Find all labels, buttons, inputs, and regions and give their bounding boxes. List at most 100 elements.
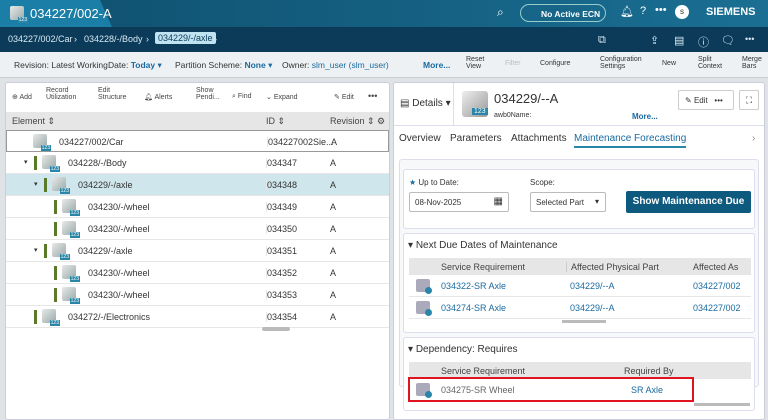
more-icon[interactable]: ••• bbox=[368, 91, 377, 101]
expand-button[interactable]: ⌄ Expand bbox=[266, 93, 298, 101]
filter-button[interactable]: Filter bbox=[505, 60, 521, 67]
breadcrumb-item[interactable]: 034227/002/Car bbox=[8, 34, 73, 44]
show-pending-button[interactable]: Show Pendi... bbox=[196, 87, 224, 101]
more-icon[interactable]: ••• bbox=[745, 34, 754, 44]
scope-dropdown[interactable]: Selected Part ▾ bbox=[530, 192, 606, 212]
search-icon[interactable]: ⌕ bbox=[497, 5, 504, 20]
tab-attachments[interactable]: Attachments bbox=[511, 133, 567, 144]
chat-icon[interactable]: 🗨︎ bbox=[721, 34, 735, 47]
element-cell[interactable]: 034227/002/Car bbox=[59, 137, 124, 147]
horizontal-scrollbar[interactable] bbox=[262, 327, 290, 331]
more-link[interactable]: More... bbox=[423, 60, 450, 70]
details-label: Details bbox=[412, 98, 443, 109]
merge-bars-button[interactable]: Merge Bars bbox=[742, 56, 766, 70]
expand-toggle-icon[interactable]: ▾ bbox=[24, 158, 28, 166]
bell-icon[interactable]: 🔔︎ bbox=[620, 5, 634, 18]
split-context-button[interactable]: Split Context bbox=[698, 56, 724, 70]
table-row[interactable]: ▾ 034228/-/Body 034347 A bbox=[6, 152, 389, 174]
date-dropdown[interactable]: Today bbox=[131, 60, 155, 70]
element-cell[interactable]: 034229/-/axle bbox=[78, 246, 133, 256]
breadcrumb: 034227/002/Car › 034228/-/Body › 034229/… bbox=[0, 27, 768, 52]
configuration-settings-button[interactable]: Configuration Settings bbox=[600, 56, 645, 70]
panel-icon[interactable]: ▤ bbox=[674, 34, 684, 47]
avatar[interactable]: s bbox=[675, 5, 689, 19]
breadcrumb-item[interactable]: 034228/-/Body bbox=[84, 34, 143, 44]
affected-asset-link[interactable]: 034227/002 bbox=[693, 303, 741, 313]
revision-value[interactable]: Latest Working bbox=[51, 60, 108, 70]
table-row[interactable]: 034322-SR Axle 034229/--A 034227/002 bbox=[409, 275, 751, 297]
horizontal-scrollbar[interactable] bbox=[694, 403, 750, 406]
next-due-title[interactable]: ▾ Next Due Dates of Maintenance bbox=[408, 240, 558, 251]
edit-button[interactable]: ✎ Edit bbox=[334, 93, 354, 101]
element-cell[interactable]: 034230/-/wheel bbox=[88, 202, 150, 212]
reset-view-button[interactable]: Reset View bbox=[466, 56, 500, 70]
table-row[interactable]: 034230/-/wheel 034353 A bbox=[6, 284, 389, 306]
configure-button[interactable]: Configure bbox=[540, 60, 570, 67]
tab-parameters[interactable]: Parameters bbox=[450, 133, 502, 144]
table-row[interactable]: 034227/002/Car 034227002Sie...A bbox=[6, 130, 389, 152]
service-requirement-link[interactable]: 034322-SR Axle bbox=[441, 281, 506, 291]
table-row[interactable]: ▾ 034229/-/axle 034348 A bbox=[6, 174, 389, 196]
part-icon bbox=[62, 199, 80, 216]
partition-dropdown[interactable]: None bbox=[244, 60, 265, 70]
table-row[interactable]: 034272/-/Electronics 034354 A bbox=[6, 306, 389, 328]
new-button[interactable]: New bbox=[662, 60, 676, 67]
alerts-button[interactable]: 🔔︎ Alerts bbox=[144, 93, 172, 101]
more-icon[interactable]: ••• bbox=[655, 4, 667, 16]
element-cell[interactable]: 034230/-/wheel bbox=[88, 290, 150, 300]
tab-maintenance-forecasting[interactable]: Maintenance Forecasting bbox=[574, 133, 687, 148]
share-icon[interactable]: ⇪ bbox=[650, 34, 659, 47]
element-cell[interactable]: 034228/-/Body bbox=[68, 158, 127, 168]
calendar-icon[interactable]: ▦ bbox=[494, 196, 503, 207]
table-row[interactable]: 034230/-/wheel 034352 A bbox=[6, 262, 389, 284]
structure-toolbar: ⊕ Add Record Utilization Edit Structure … bbox=[6, 83, 389, 111]
affected-asset-link[interactable]: 034227/002 bbox=[693, 281, 741, 291]
column-header-id[interactable]: ID ⇕ bbox=[266, 116, 285, 127]
element-cell[interactable]: 034272/-/Electronics bbox=[68, 312, 150, 322]
element-cell[interactable]: 034230/-/wheel bbox=[88, 224, 150, 234]
date-input[interactable]: 08-Nov-2025 ▦ bbox=[409, 192, 509, 212]
breadcrumb-item-current[interactable]: 034229/-/axle bbox=[155, 32, 216, 44]
ecn-button[interactable]: No Active ECN bbox=[520, 4, 606, 22]
physical-part-link[interactable]: 034229/--A bbox=[570, 281, 615, 291]
id-cell: 034350 bbox=[266, 224, 298, 234]
expand-toggle-icon[interactable]: ▾ bbox=[34, 180, 38, 188]
record-utilization-button[interactable]: Record Utilization bbox=[46, 87, 92, 101]
column-header[interactable]: Required By bbox=[624, 366, 674, 376]
tab-overview[interactable]: Overview bbox=[399, 133, 441, 144]
owner-link[interactable]: slm_user (slm_user) bbox=[312, 60, 389, 70]
element-cell[interactable]: 034229/-/axle bbox=[78, 180, 133, 190]
horizontal-scrollbar[interactable] bbox=[562, 320, 606, 323]
element-cell[interactable]: 034230/-/wheel bbox=[88, 268, 150, 278]
table-row[interactable]: 034230/-/wheel 034350 A bbox=[6, 218, 389, 240]
service-requirement-link[interactable]: 034274-SR Axle bbox=[441, 303, 506, 313]
more-link[interactable]: More... bbox=[632, 112, 658, 121]
status-bar bbox=[54, 288, 57, 302]
edit-button[interactable]: ✎ Edit ••• bbox=[678, 90, 734, 110]
edit-structure-button[interactable]: Edit Structure bbox=[98, 87, 132, 101]
column-header-element[interactable]: Element ⇕ bbox=[12, 116, 55, 127]
scope-value: Selected Part bbox=[536, 198, 585, 207]
column-header-revision[interactable]: Revision ⇕ ⚙ bbox=[330, 116, 385, 127]
column-header[interactable]: Service Requirement bbox=[441, 262, 525, 272]
table-row[interactable]: 034230/-/wheel 034349 A bbox=[6, 196, 389, 218]
find-button[interactable]: ⌕ Find bbox=[232, 93, 252, 101]
show-maintenance-due-button[interactable]: Show Maintenance Due bbox=[626, 191, 751, 213]
dependency-title[interactable]: ▾ Dependency: Requires bbox=[408, 344, 518, 355]
expand-toggle-icon[interactable]: ▾ bbox=[34, 246, 38, 254]
fullscreen-icon[interactable]: ⛶ bbox=[739, 90, 759, 110]
copy-icon[interactable]: ⧉ bbox=[598, 34, 606, 47]
chevron-right-icon[interactable]: › bbox=[752, 133, 755, 144]
column-header[interactable]: Affected Physical Part bbox=[566, 262, 659, 272]
column-header[interactable]: Service Requirement bbox=[441, 366, 525, 376]
add-button[interactable]: ⊕ Add bbox=[12, 93, 32, 101]
physical-part-link[interactable]: 034229/--A bbox=[570, 303, 615, 313]
table-row[interactable]: 034274-SR Axle 034229/--A 034227/002 bbox=[409, 297, 751, 319]
table-row[interactable]: ▾ 034229/-/axle 034351 A bbox=[6, 240, 389, 262]
column-header[interactable]: Affected As bbox=[693, 262, 738, 272]
info-icon[interactable]: ⓘ bbox=[698, 34, 709, 50]
revision-cell: A bbox=[330, 290, 337, 300]
help-icon[interactable]: ? bbox=[640, 5, 646, 17]
id-cell: 034347 bbox=[266, 158, 298, 168]
details-dropdown[interactable]: ▤ Details ▾ bbox=[394, 83, 454, 125]
